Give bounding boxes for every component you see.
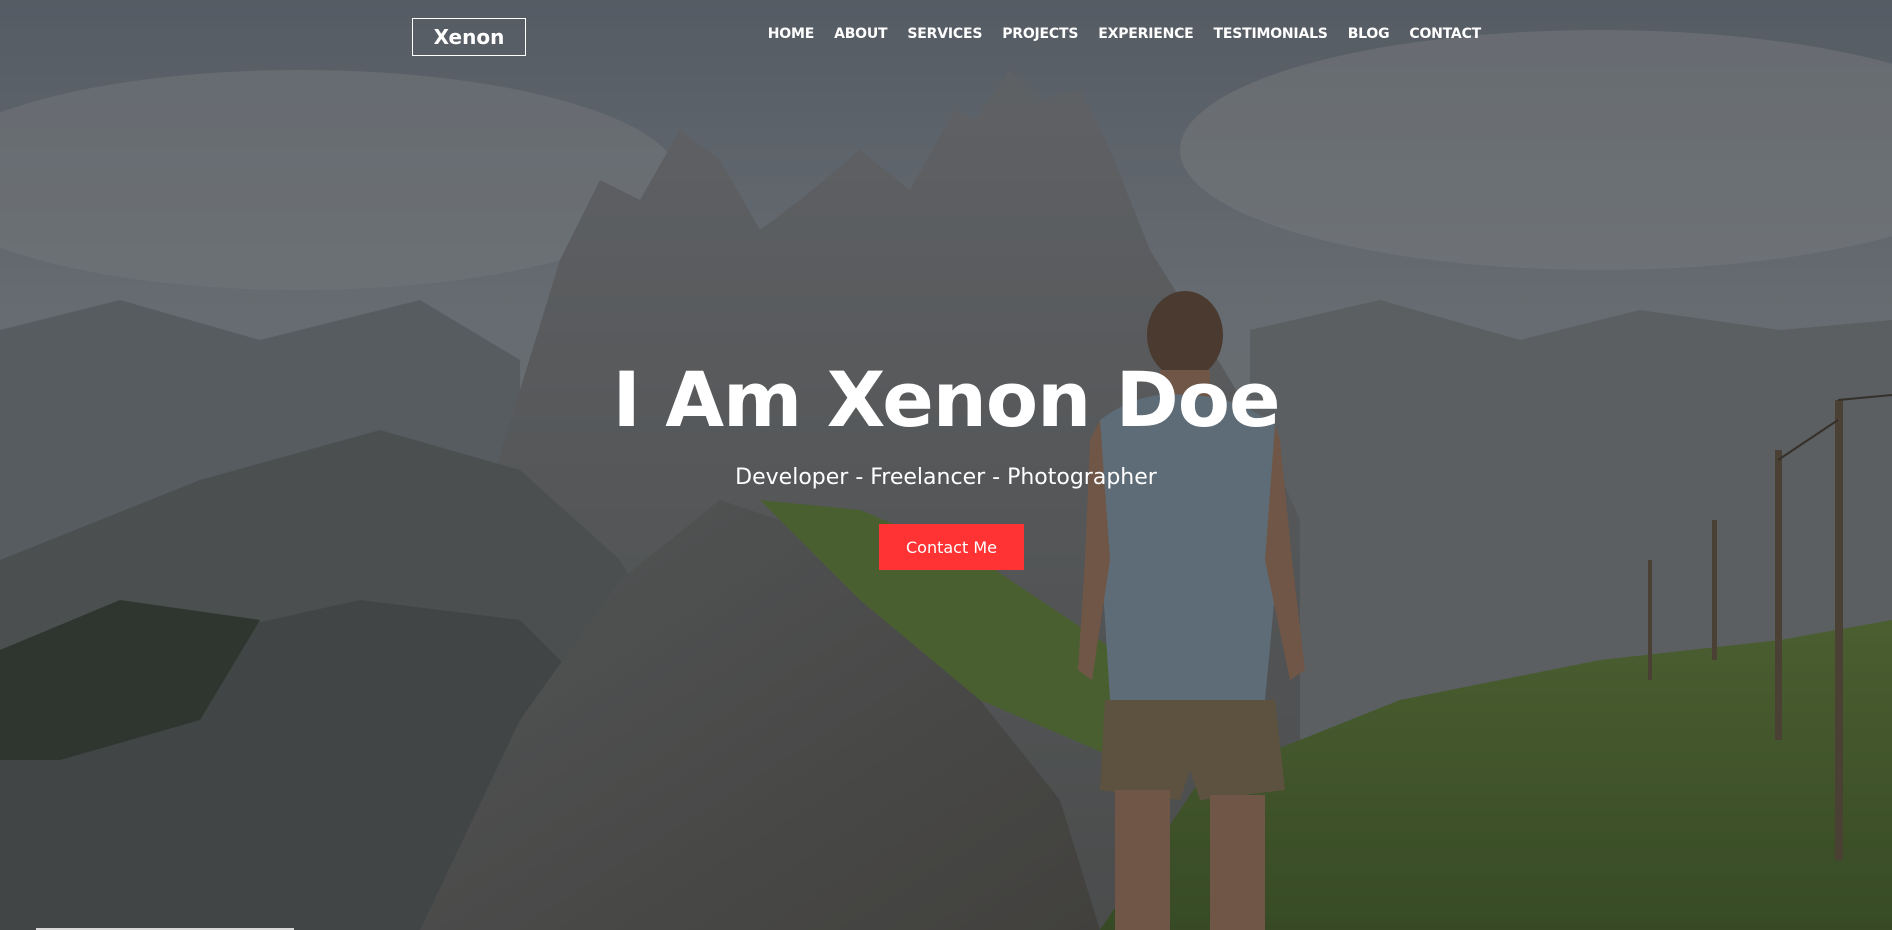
hero-headline: I Am Xenon Doe [612, 355, 1280, 444]
nav-item-testimonials[interactable]: TESTIMONIALS [1214, 26, 1328, 42]
main-nav: HOME ABOUT SERVICES PROJECTS EXPERIENCE … [768, 26, 1481, 42]
nav-item-experience[interactable]: EXPERIENCE [1098, 26, 1193, 42]
nav-item-home[interactable]: HOME [768, 26, 815, 42]
hero-section: Xenon HOME ABOUT SERVICES PROJECTS EXPER… [0, 0, 1892, 930]
nav-item-projects[interactable]: PROJECTS [1002, 26, 1078, 42]
contact-me-button[interactable]: Contact Me [879, 524, 1024, 570]
hero-subtitle: Developer - Freelancer - Photographer [735, 465, 1157, 490]
logo-link[interactable]: Xenon [412, 18, 526, 56]
nav-item-services[interactable]: SERVICES [907, 26, 982, 42]
nav-item-blog[interactable]: BLOG [1348, 26, 1390, 42]
nav-item-contact[interactable]: CONTACT [1409, 26, 1481, 42]
nav-item-about[interactable]: ABOUT [834, 26, 888, 42]
